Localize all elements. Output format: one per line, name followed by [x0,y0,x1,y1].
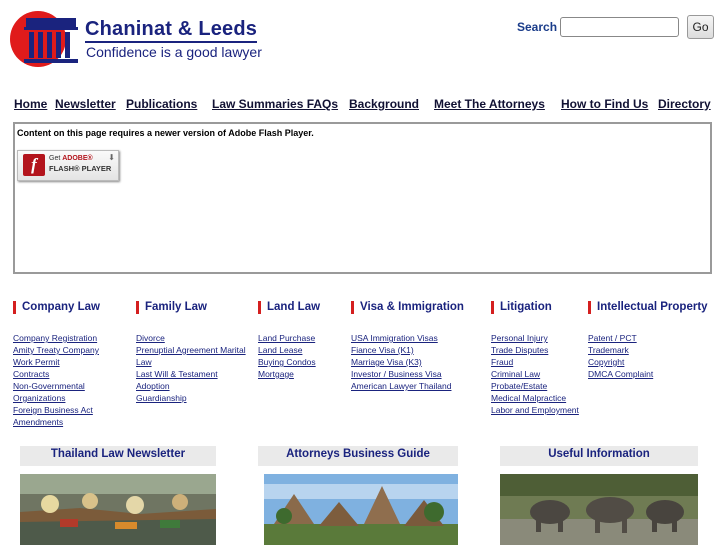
category-litigation: Litigation Personal Injury Trade Dispute… [491,301,579,416]
category-link[interactable]: Adoption [136,380,246,392]
category-link[interactable]: Marriage Visa (K3) [351,356,464,368]
category-heading: Litigation [491,301,579,314]
panel-header-useful-info[interactable]: Useful Information [500,446,698,466]
floating-market-photo[interactable] [20,474,216,545]
flash-required-message: Content on this page requires a newer ve… [17,128,314,138]
category-link[interactable]: Medical Malpractice [491,392,579,404]
category-link[interactable]: Copyright [588,356,708,368]
elephants-river-photo[interactable] [500,474,698,545]
category-link[interactable]: USA Immigration Visas [351,332,464,344]
category-link[interactable]: Probate/Estate [491,380,579,392]
category-link[interactable]: Mortgage [258,368,320,380]
temple-ruins-photo[interactable] [264,474,458,545]
category-link[interactable]: Land Lease [258,344,320,356]
category-family-law: Family Law Divorce Prenuptial Agreement … [136,301,246,404]
category-link[interactable]: Labor and Employment [491,404,579,416]
panel-header-business-guide[interactable]: Attorneys Business Guide [258,446,458,466]
category-link[interactable]: Buying Condos [258,356,320,368]
get-flash-player-button[interactable]: f Get ADOBE® FLASH® PLAYER ⬇ [17,150,119,181]
category-link[interactable]: Non-Governmental [13,380,100,392]
category-heading: Family Law [136,301,246,314]
category-link[interactable]: Patent / PCT [588,332,708,344]
nav-meet-the-attorneys[interactable]: Meet The Attorneys [434,97,545,111]
category-link[interactable]: Amendments [13,416,100,428]
category-land-law: Land Law Land Purchase Land Lease Buying… [258,301,320,380]
category-link[interactable]: Contracts [13,368,100,380]
nav-newsletter[interactable]: Newsletter [55,97,116,111]
category-heading: Visa & Immigration [351,301,464,314]
flash-icon: f [23,154,45,176]
nav-how-to-find-us[interactable]: How to Find Us [561,97,648,111]
courthouse-logo [10,11,78,67]
category-link[interactable]: Personal Injury [491,332,579,344]
category-link[interactable]: Law [136,356,246,368]
category-visa-immigration: Visa & Immigration USA Immigration Visas… [351,301,464,392]
category-link[interactable]: Land Purchase [258,332,320,344]
flash-player-label: FLASH® PLAYER [49,164,112,173]
search-input[interactable] [560,17,679,37]
search-label: Search [517,20,558,34]
category-link[interactable]: Organizations [13,392,100,404]
category-link[interactable]: Trade Disputes [491,344,579,356]
category-link[interactable]: Amity Treaty Company [13,344,100,356]
category-link[interactable]: Investor / Business Visa [351,368,464,380]
nav-directory[interactable]: Directory [658,97,711,111]
category-link[interactable]: Prenuptial Agreement Marital [136,344,246,356]
nav-home[interactable]: Home [14,97,47,111]
category-link[interactable]: Work Permit [13,356,100,368]
category-link[interactable]: Divorce [136,332,246,344]
panel-header-newsletter[interactable]: Thailand Law Newsletter [20,446,216,466]
category-link[interactable]: Guardianship [136,392,246,404]
category-link[interactable]: Company Registration [13,332,100,344]
nav-publications[interactable]: Publications [126,97,197,111]
category-link[interactable]: American Lawyer Thailand [351,380,464,392]
flash-content-area: Content on this page requires a newer ve… [13,122,712,274]
category-link[interactable]: Criminal Law [491,368,579,380]
category-link[interactable]: Last Will & Testament [136,368,246,380]
category-link[interactable]: Trademark [588,344,708,356]
category-intellectual-property: Intellectual Property Patent / PCT Trade… [588,301,708,380]
category-heading: Intellectual Property [588,301,708,314]
category-heading: Land Law [258,301,320,314]
nav-law-summaries-faqs[interactable]: Law Summaries FAQs [212,97,338,111]
category-link[interactable]: Fiance Visa (K1) [351,344,464,356]
category-company-law: Company Law Company Registration Amity T… [13,301,100,428]
category-link[interactable]: Foreign Business Act [13,404,100,416]
site-title: Chaninat & Leeds [85,18,258,40]
search-go-button[interactable]: Go [687,15,714,39]
category-link[interactable]: Fraud [491,356,579,368]
flash-get-label: Get ADOBE® [49,155,93,162]
download-arrow-icon: ⬇ [108,153,115,162]
title-divider [85,41,257,43]
nav-background[interactable]: Background [349,97,419,111]
site-tagline: Confidence is a good lawyer [86,44,262,60]
category-link[interactable]: DMCA Complaint [588,368,708,380]
category-heading: Company Law [13,301,100,314]
